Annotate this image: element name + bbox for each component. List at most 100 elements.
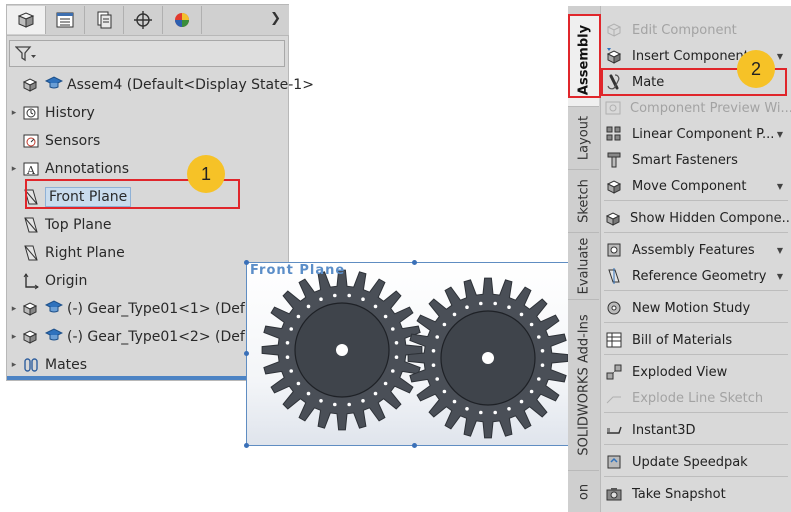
plane-handle[interactable] — [244, 443, 249, 448]
tree-item-history[interactable]: ▸ History — [7, 101, 95, 125]
dropdown-arrow-icon[interactable]: ▼ — [777, 246, 783, 255]
reference-geometry-button[interactable]: Reference Geometry ▼ — [604, 264, 791, 288]
tab-label: Layout — [576, 115, 591, 161]
plane-icon — [21, 216, 41, 234]
chevron-right-icon[interactable]: ❯ — [270, 11, 281, 26]
explode-line-sketch-icon — [604, 389, 624, 407]
smart-fasteners-button[interactable]: Smart Fasteners — [604, 148, 791, 172]
history-icon — [21, 104, 41, 122]
dropdown-arrow-icon[interactable]: ▼ — [777, 272, 783, 281]
tab-label: Sketch — [576, 179, 591, 223]
expand-arrow-icon[interactable]: ▸ — [7, 332, 21, 342]
dimxpert-tab-icon[interactable] — [124, 6, 163, 34]
tab-label: SOLIDWORKS Add-Ins — [576, 314, 591, 456]
assembly-icon — [21, 76, 41, 94]
tree-item-right-plane[interactable]: Right Plane — [7, 241, 125, 265]
plane-handle[interactable] — [412, 260, 417, 265]
dropdown-arrow-icon[interactable]: ▼ — [777, 52, 783, 61]
tree-item-gear-2[interactable]: ▸ (-) Gear_Type01<2> (Def — [7, 325, 245, 349]
exploded-view-button[interactable]: Exploded View — [604, 360, 791, 384]
motion-study-icon — [604, 299, 624, 317]
display-manager-tab-icon[interactable] — [163, 6, 202, 34]
tree-item-origin[interactable]: Origin — [7, 269, 87, 293]
reference-geometry-icon — [604, 267, 624, 285]
tree-item-mates[interactable]: ▸ Mates — [7, 353, 87, 377]
separator — [604, 444, 788, 445]
plane-label: Front Plane — [250, 263, 346, 278]
tab-sketch[interactable]: Sketch — [568, 170, 599, 233]
dropdown-arrow-icon[interactable]: ▼ — [777, 182, 783, 191]
assembly-features-icon — [604, 241, 624, 259]
tree-item-label: History — [45, 105, 95, 121]
command-label: New Motion Study — [632, 300, 751, 316]
tree-item-label: Origin — [45, 273, 88, 289]
tree-filter-input[interactable] — [9, 40, 285, 67]
origin-icon — [21, 272, 41, 290]
propertymanager-tab-icon[interactable] — [46, 6, 85, 34]
tree-item-label: Sensors — [45, 133, 101, 149]
bill-of-materials-button[interactable]: Bill of Materials — [604, 328, 791, 352]
separator — [604, 322, 788, 323]
show-hidden-components-button[interactable]: Show Hidden Compone... — [604, 206, 791, 230]
expand-arrow-icon[interactable]: ▸ — [7, 108, 21, 118]
component-preview-button[interactable]: Component Preview Wi... — [604, 96, 791, 120]
command-label: Take Snapshot — [632, 486, 726, 502]
plane-handle[interactable] — [244, 260, 249, 265]
instant3d-button[interactable]: Instant3D — [604, 418, 791, 442]
plane-icon — [21, 244, 41, 262]
tree-item-top-plane[interactable]: Top Plane — [7, 213, 111, 237]
explode-line-sketch-button[interactable]: Explode Line Sketch — [604, 386, 791, 410]
graphics-viewport[interactable]: Front Plane — [244, 260, 586, 448]
linear-pattern-icon — [604, 125, 624, 143]
tab-evaluate[interactable]: Evaluate — [568, 233, 599, 300]
command-label: Bill of Materials — [632, 332, 733, 348]
dropdown-arrow-icon[interactable]: ▼ — [777, 130, 783, 139]
take-snapshot-button[interactable]: Take Snapshot — [604, 482, 791, 506]
expand-arrow-icon[interactable]: ▸ — [7, 304, 21, 314]
mates-icon — [21, 356, 41, 374]
command-label: Reference Geometry — [632, 268, 767, 284]
tree-item-label: Annotations — [45, 161, 130, 177]
tab-layout[interactable]: Layout — [568, 107, 599, 170]
command-label: Edit Component — [632, 22, 737, 38]
bill-of-materials-icon — [604, 331, 624, 349]
manager-tab-strip: ❯ — [7, 5, 289, 36]
expand-arrow-icon[interactable]: ▸ — [7, 360, 21, 370]
show-hidden-icon — [604, 209, 622, 227]
plane-handle[interactable] — [412, 443, 417, 448]
separator — [604, 232, 788, 233]
part-icon — [21, 328, 41, 346]
move-component-button[interactable]: Move Component ▼ — [604, 174, 791, 198]
tree-item-annotations[interactable]: ▸ A Annotations — [7, 157, 129, 181]
part-icon — [21, 300, 41, 318]
plane-handle[interactable] — [244, 351, 249, 356]
separator — [604, 200, 788, 201]
separator — [604, 476, 788, 477]
edit-component-button[interactable]: Edit Component — [604, 18, 791, 42]
part-cap-icon — [44, 300, 64, 318]
edit-component-icon — [604, 21, 624, 39]
featuremanager-tab-icon[interactable] — [7, 6, 46, 34]
tree-item-label: Assem4 (Default<Display State-1> — [67, 77, 314, 93]
expand-arrow-icon[interactable]: ▸ — [7, 164, 21, 174]
part-cap-icon — [44, 328, 64, 346]
sensors-icon — [21, 132, 41, 150]
assembly-features-button[interactable]: Assembly Features ▼ — [604, 238, 791, 262]
linear-component-pattern-button[interactable]: Linear Component P... ▼ — [604, 122, 791, 146]
command-label: Assembly Features — [632, 242, 755, 258]
tree-item-gear-1[interactable]: ▸ (-) Gear_Type01<1> (Def — [7, 297, 245, 321]
assembly-cap-icon — [44, 76, 64, 94]
tab-more[interactable]: on — [568, 471, 599, 512]
tab-solidworks-addins[interactable]: SOLIDWORKS Add-Ins — [568, 300, 599, 471]
filter-icon[interactable] — [14, 45, 37, 67]
tree-item-assembly[interactable]: Assem4 (Default<Display State-1> — [7, 73, 314, 97]
new-motion-study-button[interactable]: New Motion Study — [604, 296, 791, 320]
tree-item-sensors[interactable]: Sensors — [7, 129, 100, 153]
tree-item-label: Right Plane — [45, 245, 125, 261]
step-badge-2: 2 — [737, 50, 775, 88]
update-speedpak-button[interactable]: Update Speedpak — [604, 450, 791, 474]
annotations-icon: A — [21, 160, 41, 178]
configurationmanager-tab-icon[interactable] — [85, 6, 124, 34]
instant3d-icon — [604, 421, 624, 439]
command-label: Component Preview Wi... — [630, 100, 791, 116]
